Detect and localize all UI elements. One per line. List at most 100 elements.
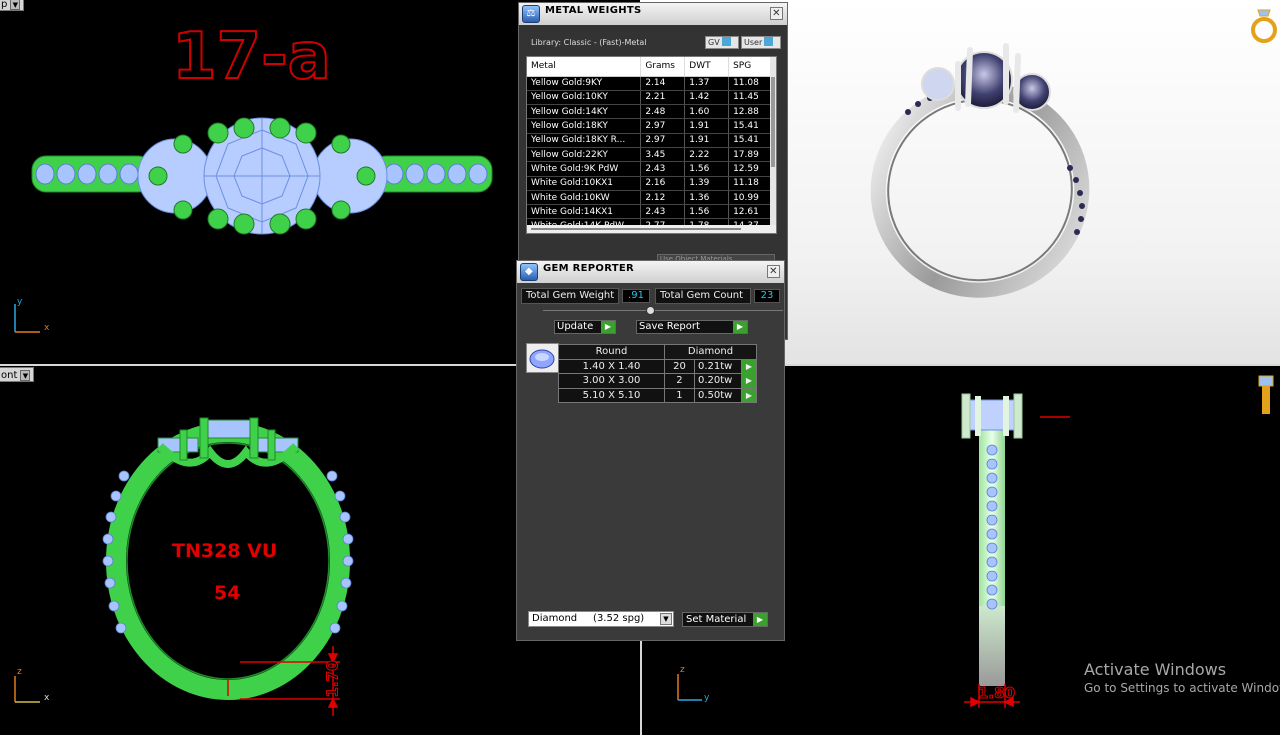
table-row[interactable]: Yellow Gold:14KY 2.48 1.60 12.88 — [527, 104, 772, 120]
metal-name: Yellow Gold:10KY — [527, 90, 642, 106]
user-toggle-label: User — [744, 38, 763, 47]
ring-size-text: 54 — [214, 582, 241, 604]
column-header[interactable]: DWT — [684, 57, 730, 77]
grams-value: 2.21 — [640, 90, 686, 106]
play-icon[interactable]: ▶ — [741, 358, 757, 374]
table-row[interactable]: Yellow Gold:18KY 2.97 1.91 15.41 — [527, 118, 772, 134]
play-icon: ▶ — [733, 321, 747, 333]
watermark-subtitle: Go to Settings to activate Windows. — [1084, 681, 1280, 695]
dwt-value: 1.37 — [684, 76, 730, 91]
dwt-value: 1.56 — [684, 204, 730, 220]
user-toggle[interactable]: User — [741, 36, 781, 49]
axis-label-h: x — [44, 323, 50, 333]
gem-shape-icon — [529, 349, 555, 369]
metal-weights-title: METAL WEIGHTS — [545, 5, 642, 16]
chevron-down-icon[interactable]: ▼ — [660, 613, 672, 625]
metal-name: White Gold:9K PdW — [527, 161, 642, 177]
table-row[interactable]: White Gold:9K PdW 2.43 1.56 12.59 — [527, 161, 772, 177]
vertical-scrollbar[interactable] — [770, 57, 776, 233]
gem-count: 2 — [664, 373, 695, 389]
column-header[interactable]: Metal — [527, 57, 642, 77]
column-header[interactable]: SPG — [728, 57, 772, 77]
set-material-button-label: Set Material — [686, 614, 747, 625]
update-button-label: Update — [557, 321, 594, 332]
save-report-button-label: Save Report — [639, 321, 700, 332]
spg-value: 17.89 — [728, 147, 772, 163]
grams-value: 3.45 — [640, 147, 686, 163]
play-icon: ▶ — [601, 321, 615, 333]
gem-report-icon: ◆ — [520, 263, 538, 281]
round-gem-icon[interactable] — [526, 343, 559, 373]
metal-weights-titlebar[interactable]: ⚖ METAL WEIGHTS ✕ — [519, 3, 787, 25]
shape-header: Round — [558, 344, 665, 360]
toggle-box-icon — [721, 37, 731, 46]
horizontal-scrollbar[interactable] — [527, 225, 776, 233]
gem-report-table[interactable]: Round Diamond 1.40 X 1.40 20 0.21tw ▶ 3.… — [558, 344, 757, 403]
table-row[interactable]: White Gold:14KX1 2.43 1.56 12.61 — [527, 204, 772, 220]
table-row[interactable]: 1.40 X 1.40 20 0.21tw ▶ — [558, 358, 757, 374]
axis-label-h: y — [704, 693, 710, 703]
gem-count: 20 — [664, 358, 695, 374]
play-icon[interactable]: ▶ — [741, 373, 757, 389]
column-header[interactable]: Grams — [640, 57, 686, 77]
play-icon[interactable]: ▶ — [741, 387, 757, 403]
update-button[interactable]: Update ▶ — [554, 320, 616, 334]
table-row[interactable]: Yellow Gold:9KY 2.14 1.37 11.08 — [527, 76, 772, 91]
panel-slider-track — [543, 310, 783, 311]
close-icon[interactable]: ✕ — [767, 265, 780, 278]
play-icon: ▶ — [753, 613, 767, 626]
watermark-title: Activate Windows — [1084, 660, 1227, 679]
gem-reporter-title: GEM REPORTER — [543, 263, 635, 274]
ring-icon[interactable] — [1246, 6, 1280, 46]
axis-label-v: z — [680, 665, 685, 675]
metal-name: Yellow Gold:9KY — [527, 76, 642, 91]
gv-toggle-label: GV — [708, 38, 720, 47]
metal-name: Yellow Gold:22KY — [527, 147, 642, 163]
set-material-button[interactable]: Set Material ▶ — [682, 612, 768, 627]
material-select[interactable]: Diamond (3.52 spg) ▼ — [528, 611, 674, 627]
ring-side-icon[interactable] — [1254, 374, 1278, 422]
gem-size: 1.40 X 1.40 — [558, 358, 665, 374]
metal-name: Yellow Gold:14KY — [527, 104, 642, 120]
dwt-value: 2.22 — [684, 147, 730, 163]
spg-value: 15.41 — [728, 118, 772, 134]
gem-weight: 0.50tw — [693, 387, 743, 403]
metal-name: White Gold:10KW — [527, 190, 642, 206]
table-row[interactable]: 3.00 X 3.00 2 0.20tw ▶ — [558, 373, 757, 389]
library-label: Library: Classic - (Fast)-Metal — [531, 38, 647, 47]
grams-value: 2.16 — [640, 176, 686, 191]
table-row[interactable]: White Gold:10KX1 2.16 1.39 11.18 — [527, 176, 772, 191]
material-select-value: Diamond (3.52 spg) — [532, 613, 645, 624]
close-icon[interactable]: ✕ — [770, 7, 783, 20]
spg-value: 10.99 — [728, 190, 772, 206]
total-gem-count-label: Total Gem Count — [655, 288, 751, 304]
dimension-label-side: 1.80 — [977, 684, 1016, 703]
spg-value: 11.08 — [728, 76, 772, 91]
metal-name: Yellow Gold:18KY — [527, 118, 642, 134]
dwt-value: 1.91 — [684, 118, 730, 134]
gem-reporter-titlebar[interactable]: ◆ GEM REPORTER ✕ — [517, 261, 784, 283]
total-gem-count-value: 23 — [754, 289, 780, 303]
table-row[interactable]: Yellow Gold:10KY 2.21 1.42 11.45 — [527, 90, 772, 106]
gem-weight: 0.20tw — [693, 373, 743, 389]
gv-toggle[interactable]: GV — [705, 36, 739, 49]
spg-value: 12.88 — [728, 104, 772, 120]
axis-gizmo-side — [677, 674, 702, 701]
gem-table-header: Round Diamond — [558, 344, 757, 360]
gem-reporter-panel[interactable]: ◆ GEM REPORTER ✕ Total Gem Weight .91 To… — [516, 260, 785, 641]
dwt-value: 1.42 — [684, 90, 730, 106]
table-row[interactable]: 5.10 X 5.10 1 0.50tw ▶ — [558, 387, 757, 403]
spg-value: 15.41 — [728, 133, 772, 148]
panel-slider-handle[interactable] — [646, 306, 655, 315]
engraving-text: TN328 VU — [172, 540, 278, 562]
table-row[interactable]: White Gold:10KW 2.12 1.36 10.99 — [527, 190, 772, 206]
total-gem-weight-value: .91 — [622, 289, 650, 303]
axis-label-v: y — [17, 297, 23, 307]
metal-name: Yellow Gold:18KY R... — [527, 133, 642, 148]
table-row[interactable]: Yellow Gold:18KY R... 2.97 1.91 15.41 — [527, 133, 772, 148]
save-report-button[interactable]: Save Report ▶ — [636, 320, 748, 334]
dwt-value: 1.60 — [684, 104, 730, 120]
gem-count: 1 — [664, 387, 695, 403]
table-row[interactable]: Yellow Gold:22KY 3.45 2.22 17.89 — [527, 147, 772, 163]
metal-weights-table[interactable]: Metal Grams DWT SPG Yellow Gold:9KY 2.14 1… — [526, 56, 777, 234]
